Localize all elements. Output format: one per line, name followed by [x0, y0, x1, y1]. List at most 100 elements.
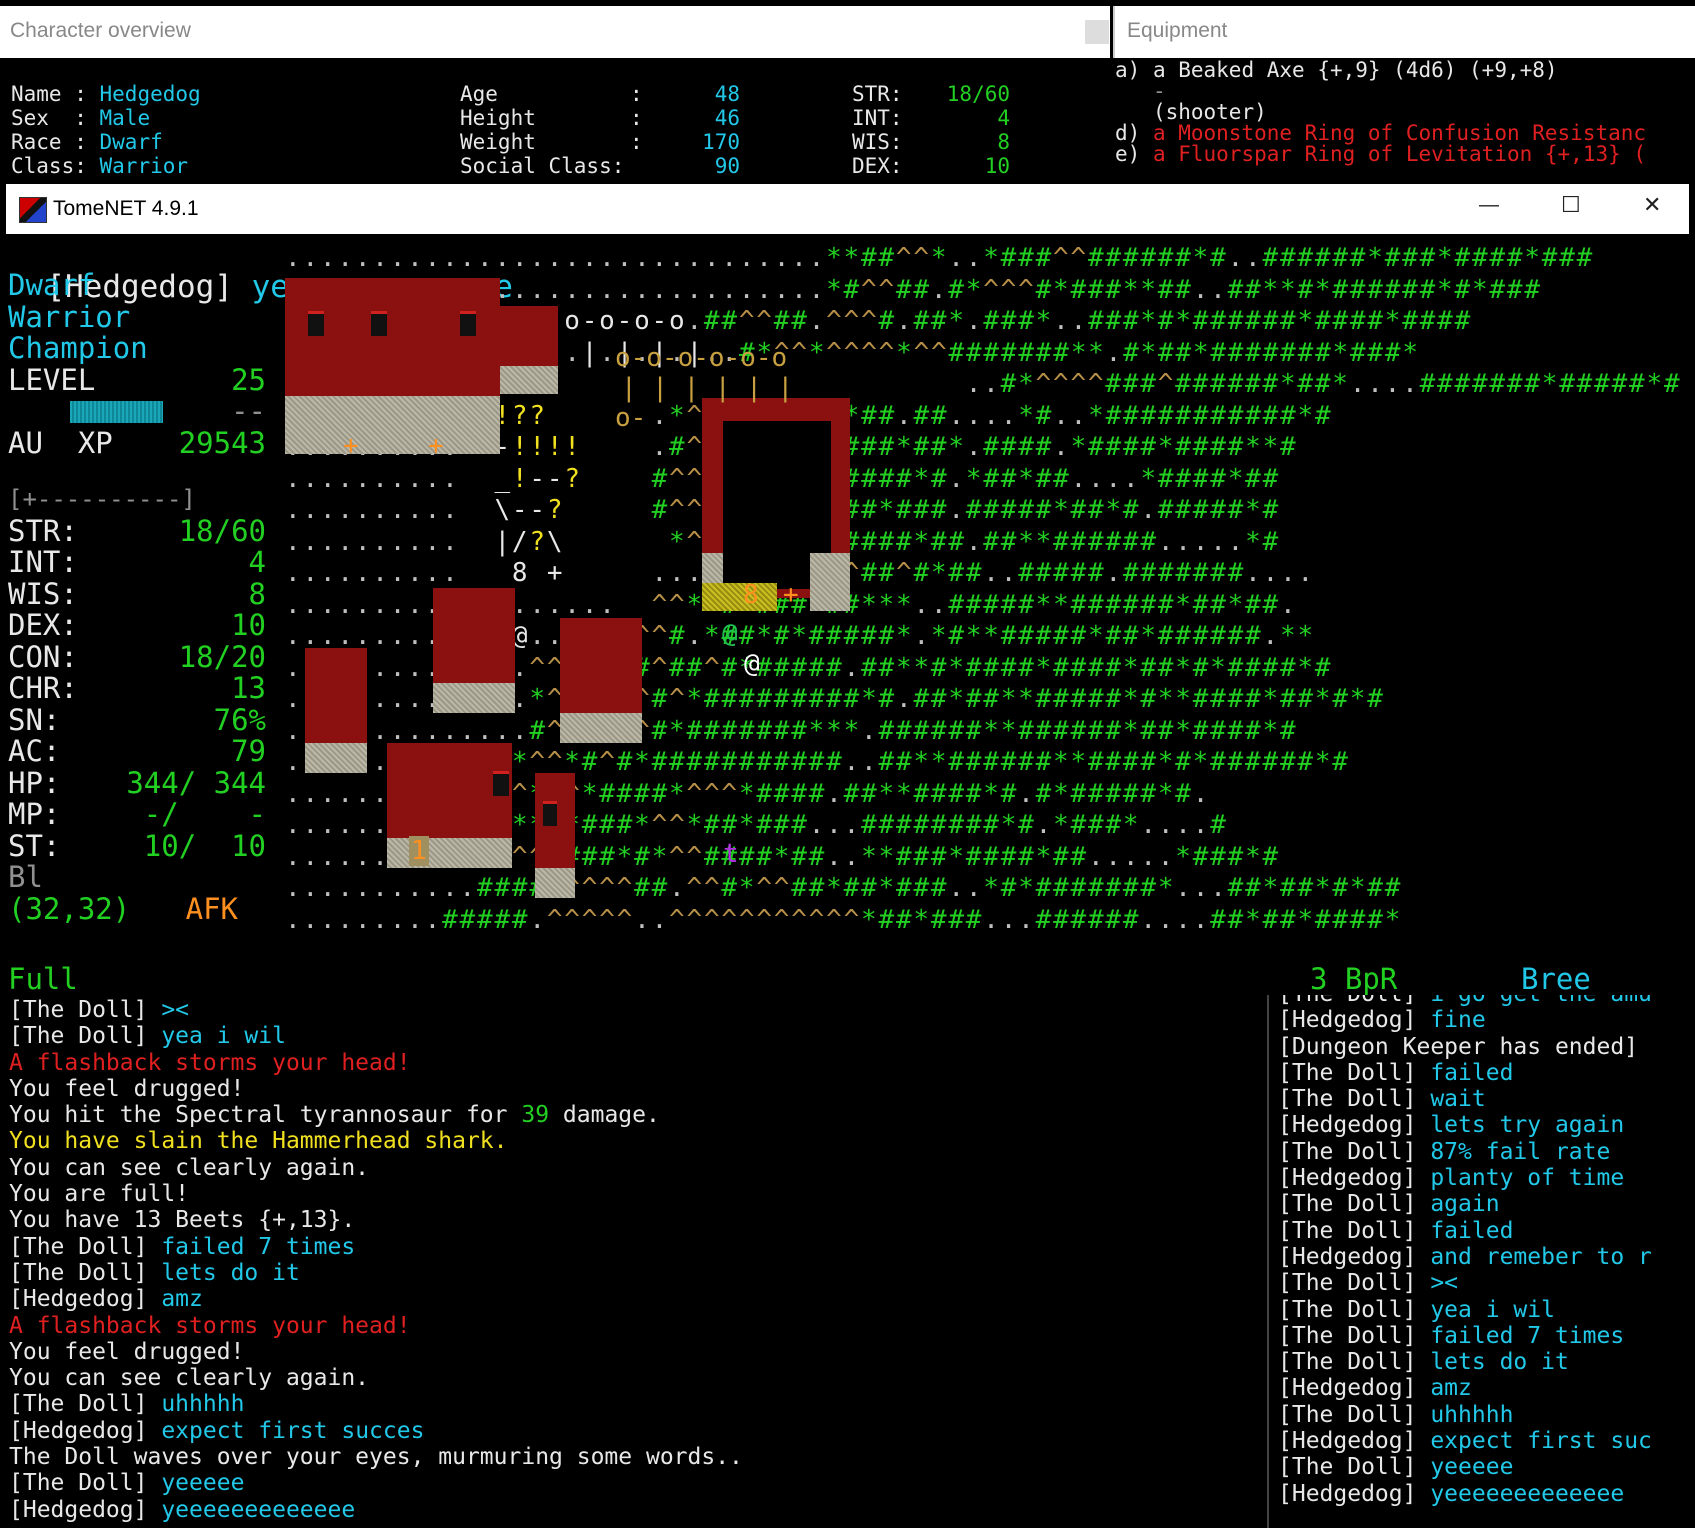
message-segment: [The Doll] — [1278, 1086, 1431, 1113]
stat-label: AC: — [8, 734, 61, 768]
stat-label: WIS: — [8, 576, 78, 611]
char-overview-panel: Name : Hedgedog Sex : Male Race : Dwarf … — [0, 60, 1110, 180]
equipment-panel: a) a Beaked Axe {+,9} (4d6) (+9,+8) - (s… — [1113, 60, 1695, 180]
message-segment: [Hedgedog] — [1278, 1428, 1431, 1455]
stat-value: 344/ 344 — [126, 765, 266, 800]
building-wall — [305, 743, 367, 773]
game-map[interactable]: ...............................**##^^*..… — [285, 243, 1685, 963]
message-segment: You feel drugged! — [9, 1075, 245, 1102]
message-segment: [Hedgedog] — [9, 1286, 162, 1313]
char-name: Hedgedog — [99, 82, 201, 106]
race-label: Race — [11, 130, 62, 154]
log-message: [The Doll] lets do it — [9, 1260, 1265, 1286]
status-location: Bree — [1521, 962, 1591, 996]
message-segment: You have slain the Hammerhead shark. — [9, 1128, 508, 1155]
log-message: [The Doll] uhhhhh — [9, 1391, 1265, 1417]
message-segment: [The Doll] — [1278, 1322, 1431, 1349]
xp-bar-fill — [70, 401, 163, 423]
window-icon — [543, 801, 557, 826]
chat-message: [The Doll] failed — [1278, 1060, 1695, 1086]
building — [285, 363, 500, 396]
au-label: AU — [8, 425, 43, 460]
message-segment: [The Doll] — [1278, 1191, 1431, 1218]
message-segment: failed — [1430, 1059, 1514, 1086]
char-dex: 10 — [984, 154, 1010, 178]
chat-message: [The Doll] lets do it — [1278, 1349, 1695, 1375]
log-message: You can see clearly again. — [9, 1365, 1265, 1391]
maximize-button[interactable]: ☐ — [1561, 192, 1581, 218]
chat-message: [Hedgedog] and remeber to r — [1278, 1244, 1695, 1270]
message-segment: [The Doll] — [1278, 995, 1430, 1007]
building-wall — [810, 553, 850, 611]
xp-bar-track — [70, 401, 220, 423]
message-segment: [The Doll] — [9, 997, 162, 1023]
shop-door-icon[interactable]: + — [783, 580, 799, 610]
stat-value: 10/ 10 — [143, 828, 266, 863]
stat-label: ST: — [8, 828, 61, 863]
char-info-col1: Name : Hedgedog Sex : Male Race : Dwarf … — [11, 82, 201, 178]
shop-door-icon[interactable]: + — [343, 431, 359, 461]
message-segment: 87% fail rate — [1430, 1138, 1611, 1165]
log-message: You have 13 Beets {+,13}. — [9, 1207, 1265, 1233]
map-row: .........#####.^^^^^..^^^^^^^^^^^*##*###… — [285, 904, 1403, 935]
message-segment: yeeeeeeeeeeeee — [161, 1496, 356, 1523]
message-segment: [Hedgedog] — [9, 1496, 162, 1523]
message-segment: You can see clearly again. — [9, 1154, 370, 1181]
player-icon[interactable]: @ — [744, 649, 760, 679]
stat-row: STR: 18/60 — [8, 513, 266, 548]
message-segment: [Hedgedog] — [9, 1417, 162, 1444]
char-overview-titlebar[interactable]: Character overview — [0, 6, 1110, 58]
equipment-line[interactable]: d) a Moonstone Ring of Confusion Resista… — [1113, 123, 1646, 144]
chat-log[interactable]: [The Doll] i go get the amu[Hedgedog] fi… — [1270, 995, 1695, 1528]
chat-message: [Dungeon Keeper has ended] — [1278, 1034, 1695, 1060]
stat-value: 10 — [231, 608, 266, 642]
chat-message: [Hedgedog] amz — [1278, 1375, 1695, 1401]
equipment-line[interactable]: (shooter) — [1113, 102, 1646, 123]
building-wall — [560, 713, 642, 743]
npc-icon[interactable]: @ — [722, 619, 738, 649]
status-food: Full — [8, 962, 78, 996]
message-segment: >< — [161, 997, 190, 1023]
shop-number[interactable]: 8 — [743, 580, 759, 610]
message-segment: [The Doll] — [9, 1259, 162, 1286]
close-button[interactable]: ✕ — [1643, 192, 1661, 218]
building-wall — [535, 868, 575, 898]
stat-label: MP: — [8, 797, 61, 831]
message-segment: [Hedgedog] — [1278, 1243, 1431, 1270]
log-message: The Doll waves over your eyes, murmuring… — [9, 1444, 1265, 1470]
scroll-arrow-icon[interactable] — [1085, 20, 1109, 44]
message-segment: [The Doll] — [1278, 1138, 1431, 1165]
minimize-button[interactable]: — — [1479, 194, 1499, 217]
equipment-line[interactable]: a) a Beaked Axe {+,9} (4d6) (+9,+8) — [1113, 60, 1646, 81]
monster-t-icon[interactable]: t — [723, 839, 739, 869]
message-segment: [Hedgedog] — [1278, 1007, 1431, 1034]
log-message: You can see clearly again. — [9, 1155, 1265, 1181]
shop-number[interactable]: 1 — [409, 836, 429, 866]
main-titlebar[interactable]: TomeNET 4.9.1 — ☐ ✕ — [6, 184, 1689, 234]
level-value: 25 — [231, 362, 266, 397]
message-log[interactable]: [The Doll] >< [The Doll] yea i wil A flash… — [0, 995, 1265, 1528]
message-segment: lets do it — [1430, 1349, 1569, 1376]
message-segment: A flashback storms your head! — [9, 1312, 411, 1339]
equipment-titlebar[interactable]: Equipment — [1113, 6, 1695, 58]
stat-label: DEX: — [8, 608, 78, 642]
stat-label: CON: — [8, 639, 78, 674]
message-segment: failed — [1430, 1217, 1514, 1244]
message-segment: expect first suc — [1430, 1428, 1652, 1455]
char-height: 46 — [714, 106, 740, 130]
message-segment: [The Doll] — [1278, 1270, 1431, 1297]
message-segment: >< — [1430, 1270, 1459, 1297]
stat-row: AC: 79 — [8, 734, 266, 768]
panel-divider[interactable] — [1267, 995, 1269, 1528]
message-segment: A flashback storms your head! — [9, 1049, 411, 1076]
stat-label: STR: — [8, 513, 78, 548]
equipment-line[interactable]: e) a Fluorspar Ring of Levitation {+,13}… — [1113, 144, 1646, 165]
shop-door-icon[interactable]: + — [428, 431, 444, 461]
equipment-line[interactable]: - — [1113, 81, 1646, 102]
stat-row: INT: 4 — [8, 546, 266, 579]
log-message: You have slain the Hammerhead shark. — [9, 1128, 1265, 1154]
dex-label: DEX: — [852, 154, 903, 178]
char-wis: 8 — [997, 130, 1010, 154]
town-wall: o-o-o-o-o-o — [615, 343, 788, 373]
message-segment: The Doll waves over your eyes, murmuring… — [9, 1444, 743, 1471]
